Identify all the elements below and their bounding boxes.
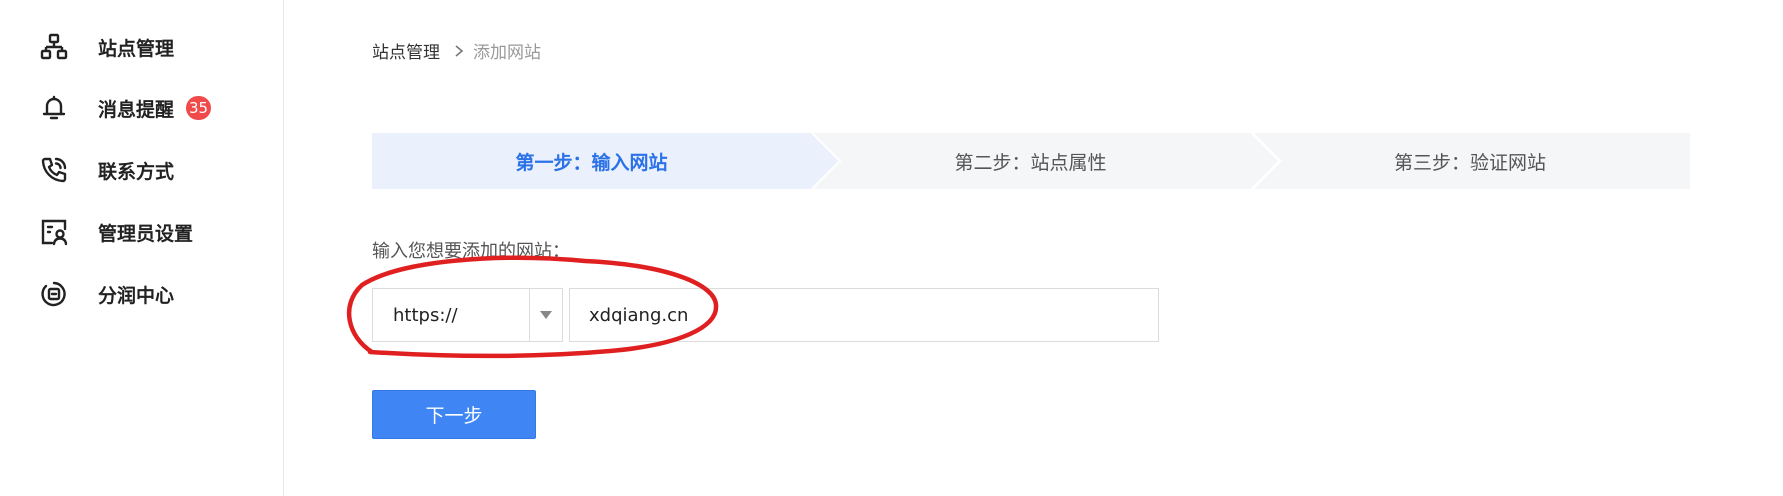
website-input-label: 输入您想要添加的网站：: [372, 241, 570, 262]
sidebar-item-label: 管理员设置: [98, 222, 194, 245]
protocol-selected-value: https://: [393, 304, 458, 326]
sidebar-item-label: 站点管理: [98, 37, 175, 60]
sidebar-item-notifications[interactable]: 消息提醒 35: [38, 88, 212, 128]
protocol-select[interactable]: https://: [372, 288, 563, 342]
sidebar-item-contact[interactable]: 联系方式: [38, 150, 174, 190]
step-1-input-website: 第一步：输入网站: [515, 151, 668, 174]
caret-down-icon[interactable]: [530, 289, 562, 341]
breadcrumb-root-link[interactable]: 站点管理: [372, 38, 440, 63]
sidebar-item-label: 分润中心: [98, 284, 175, 307]
sidebar: 站点管理 消息提醒 35 联系方式 管理员设置 分润中心: [0, 0, 284, 496]
domain-input[interactable]: [569, 288, 1159, 342]
sidebar-item-admin-settings[interactable]: 管理员设置: [38, 212, 193, 252]
notification-count-badge: 35: [186, 96, 212, 120]
sidebar-item-label: 消息提醒: [98, 98, 175, 121]
admin-user-icon: [38, 216, 70, 248]
bell-icon: [38, 92, 70, 124]
sitemap-icon: [38, 31, 70, 63]
breadcrumb: 站点管理 添加网站: [372, 38, 541, 63]
next-step-button[interactable]: 下一步: [372, 390, 536, 439]
phone-icon: [38, 154, 70, 186]
step-3-verify-website: 第三步：验证网站: [1393, 151, 1546, 174]
revenue-share-icon: [38, 278, 70, 310]
sidebar-item-label: 联系方式: [98, 160, 175, 183]
sidebar-item-revenue-share[interactable]: 分润中心: [38, 274, 174, 314]
breadcrumb-current: 添加网站: [473, 43, 541, 63]
chevron-right-icon: [454, 44, 464, 58]
sidebar-item-site-management[interactable]: 站点管理: [38, 27, 174, 67]
step-progress-bar: 第一步：输入网站 第二步：站点属性 第三步：验证网站: [372, 133, 1690, 189]
step-2-site-attributes: 第二步：站点属性: [954, 151, 1107, 174]
